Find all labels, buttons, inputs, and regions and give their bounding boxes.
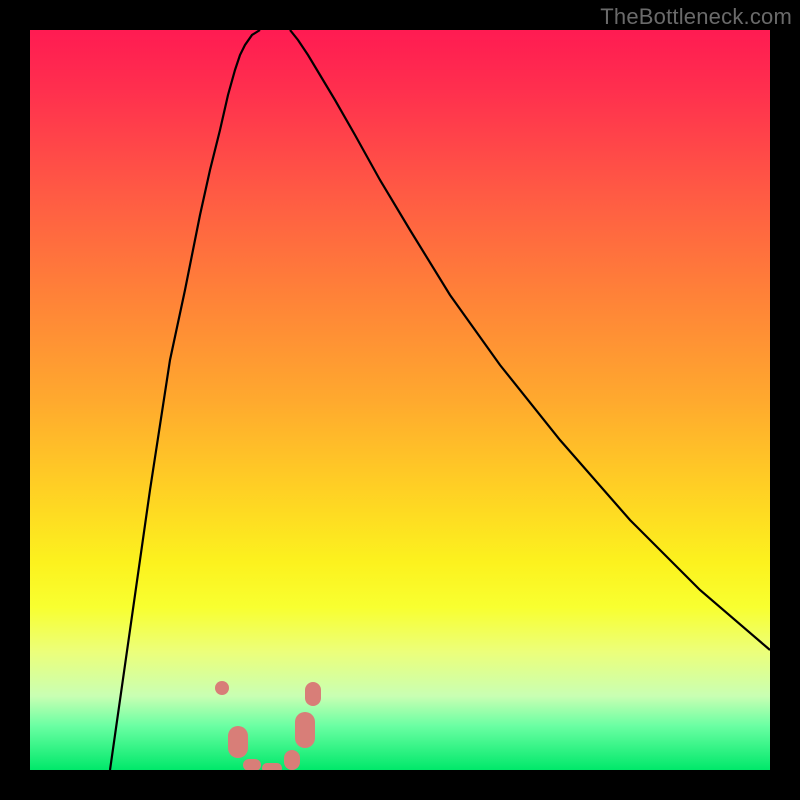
watermark: TheBottleneck.com	[600, 4, 792, 30]
left-blob-lower	[228, 726, 248, 758]
right-blob-upper	[295, 712, 315, 748]
chart-curve	[30, 30, 770, 770]
left-curve-path	[110, 30, 260, 770]
right-curve-path	[290, 30, 770, 650]
chart-frame	[30, 30, 770, 770]
left-dot-upper	[215, 681, 229, 695]
valley-blob-1	[243, 759, 261, 770]
valley-blob-2	[262, 763, 282, 770]
right-dot-upper	[305, 682, 321, 706]
right-blob-lower	[284, 750, 300, 770]
